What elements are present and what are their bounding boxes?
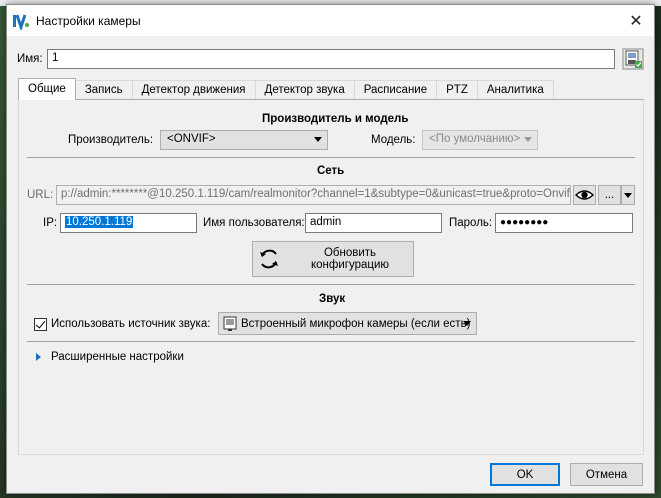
name-label: Имя: — [17, 53, 43, 65]
audio-source-select[interactable]: Встроенный микрофон камеры (если есть) — [218, 312, 477, 335]
advanced-settings-toggle[interactable]: Расширенные настройки — [51, 351, 184, 363]
url-input[interactable]: p://admin:********@10.250.1.119/cam/real… — [56, 185, 571, 205]
ok-button[interactable]: OK — [490, 463, 560, 486]
tab-ptz[interactable]: PTZ — [436, 80, 478, 100]
use-audio-checkbox[interactable] — [34, 318, 47, 331]
tab-recording[interactable]: Запись — [74, 80, 133, 100]
eye-icon[interactable] — [573, 185, 596, 205]
use-audio-label: Использовать источник звука: — [51, 318, 211, 330]
close-button[interactable]: ✕ — [626, 11, 646, 31]
microphone-icon — [223, 316, 237, 332]
username-input[interactable]: admin — [305, 213, 442, 233]
name-input[interactable]: 1 — [47, 49, 615, 69]
separator — [27, 284, 635, 285]
tab-motion-detector[interactable]: Детектор движения — [131, 80, 256, 100]
chevron-down-icon — [624, 192, 632, 198]
ip-input[interactable]: 10.250.1.119 — [60, 213, 197, 233]
refresh-config-button[interactable]: Обновить конфигурацию — [252, 241, 414, 277]
manufacturer-value: <ONVIF> — [167, 133, 216, 145]
model-select[interactable]: <По умолчанию> — [422, 130, 538, 150]
tab-general[interactable]: Общие — [18, 78, 76, 100]
manufacturer-label: Производитель: — [68, 134, 154, 146]
triangle-right-icon[interactable] — [36, 353, 41, 361]
save-icon[interactable] — [622, 48, 644, 70]
window-title: Настройки камеры — [36, 13, 141, 28]
tab-schedule[interactable]: Расписание — [353, 80, 438, 100]
chevron-down-icon — [463, 321, 471, 326]
ip-label: IP: — [43, 217, 58, 229]
audio-source-value: Встроенный микрофон камеры (если есть) — [241, 317, 471, 330]
sound-section-title: Звук — [319, 293, 346, 305]
separator — [27, 157, 635, 158]
ip-value: 10.250.1.119 — [65, 216, 134, 228]
camera-settings-dialog: Настройки камеры ✕ Имя: 1 Общие Запись Д… — [6, 4, 655, 494]
username-label: Имя пользователя: — [203, 217, 305, 229]
refresh-config-label: Обновить конфигурацию — [310, 247, 390, 271]
cancel-button[interactable]: Отмена — [570, 463, 643, 486]
model-value: <По умолчанию> — [429, 133, 521, 145]
refresh-icon — [257, 247, 281, 271]
network-section-title: Сеть — [317, 165, 345, 177]
url-more-button[interactable]: ... — [598, 185, 621, 205]
tab-sound-detector[interactable]: Детектор звука — [254, 80, 355, 100]
app-logo-icon — [12, 12, 30, 30]
url-label: URL: — [27, 189, 54, 201]
manufacturer-select[interactable]: <ONVIF> — [160, 130, 328, 150]
password-input[interactable]: ●●●●●●●● — [495, 213, 633, 233]
chevron-down-icon — [314, 137, 322, 142]
tab-bar: Общие Запись Детектор движения Детектор … — [18, 78, 554, 100]
password-label: Пароль: — [449, 217, 493, 229]
chevron-down-icon — [524, 137, 532, 142]
model-label: Модель: — [371, 134, 416, 146]
general-tab-panel: Производитель и модель Производитель: <O… — [18, 99, 644, 455]
tab-analytics[interactable]: Аналитика — [476, 80, 554, 100]
separator — [27, 341, 635, 342]
url-dropdown-button[interactable] — [621, 185, 635, 205]
title-bar: Настройки камеры ✕ — [7, 5, 654, 36]
manufacturer-section-title: Производитель и модель — [262, 113, 409, 125]
